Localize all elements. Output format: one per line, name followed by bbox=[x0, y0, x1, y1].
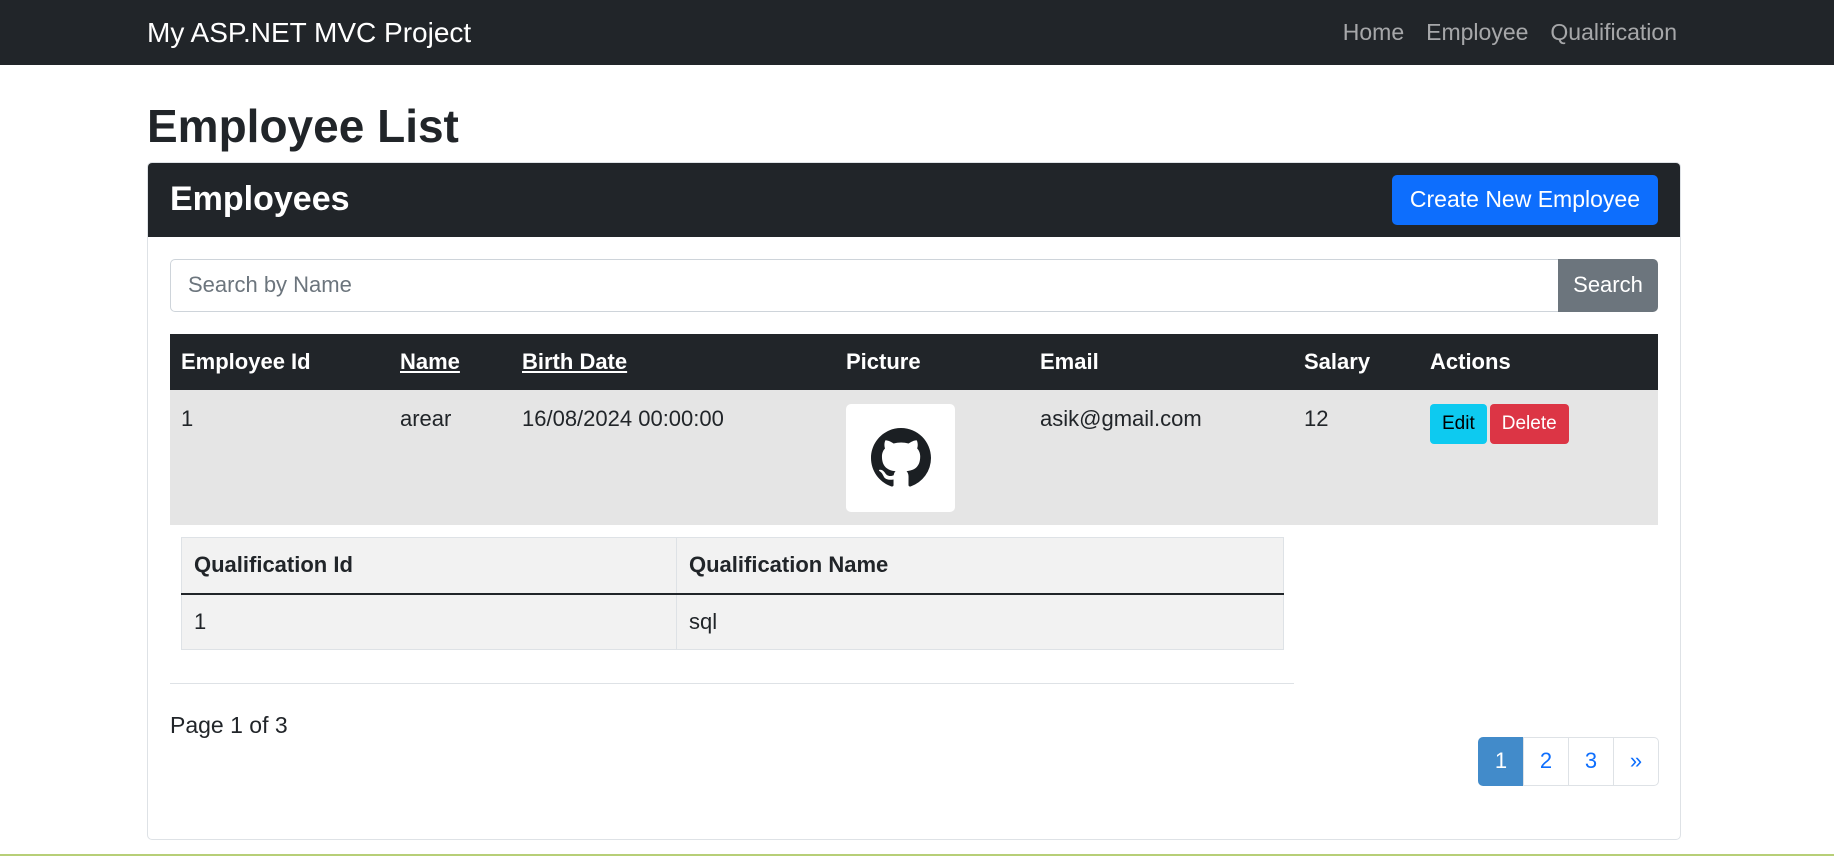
cell-qualification-name: sql bbox=[676, 593, 1284, 650]
nav-link-home[interactable]: Home bbox=[1343, 19, 1404, 46]
header-qualification-name: Qualification Name bbox=[676, 536, 1284, 596]
card-title: Employees bbox=[170, 180, 350, 219]
cell-picture bbox=[835, 389, 1029, 525]
cell-salary: 12 bbox=[1293, 389, 1419, 525]
search-button[interactable]: Search bbox=[1558, 258, 1658, 312]
header-qualification-id: Qualification Id bbox=[181, 536, 677, 596]
divider bbox=[170, 682, 1294, 684]
header-picture: Picture bbox=[835, 333, 1029, 390]
employee-table: Employee Id Name Birth Date Picture Emai… bbox=[170, 333, 1658, 525]
header-actions: Actions bbox=[1419, 333, 1658, 390]
qualification-table: Qualification Id Qualification Name 1 sq… bbox=[181, 536, 1284, 650]
nav-link-qualification[interactable]: Qualification bbox=[1550, 19, 1677, 46]
qualification-section: Qualification Id Qualification Name 1 sq… bbox=[170, 525, 1658, 650]
nav-link-employee[interactable]: Employee bbox=[1426, 19, 1528, 46]
nav-links: Home Employee Qualification bbox=[1343, 19, 1677, 46]
table-row: 1 sql bbox=[181, 593, 1284, 650]
cell-qualification-id: 1 bbox=[181, 593, 677, 650]
page-info: Page 1 of 3 bbox=[170, 711, 288, 738]
card-header: Employees Create New Employee bbox=[148, 162, 1680, 237]
edit-button[interactable]: Edit bbox=[1430, 403, 1487, 444]
create-employee-button[interactable]: Create New Employee bbox=[1391, 174, 1658, 225]
header-name[interactable]: Name bbox=[389, 333, 511, 390]
cell-employee-id: 1 bbox=[170, 389, 389, 525]
employees-card: Employees Create New Employee Search Emp… bbox=[147, 161, 1681, 840]
cell-birth-date: 16/08/2024 00:00:00 bbox=[511, 389, 835, 525]
main-container: Employee List Employees Create New Emplo… bbox=[147, 65, 1681, 840]
page-link-3[interactable]: 3 bbox=[1568, 736, 1614, 786]
employee-picture bbox=[846, 403, 955, 512]
header-employee-id: Employee Id bbox=[170, 333, 389, 390]
search-input[interactable] bbox=[170, 258, 1558, 312]
navbar-brand[interactable]: My ASP.NET MVC Project bbox=[147, 17, 471, 49]
header-email: Email bbox=[1029, 333, 1293, 390]
table-row: 1 arear 16/08/2024 00:00:00 asik@gmail.c… bbox=[170, 389, 1658, 525]
delete-button[interactable]: Delete bbox=[1489, 403, 1569, 444]
table-header-row: Employee Id Name Birth Date Picture Emai… bbox=[170, 333, 1658, 390]
sort-link-birth-date[interactable]: Birth Date bbox=[522, 349, 627, 374]
github-icon bbox=[870, 427, 931, 487]
card-body: Search Employee Id Name Birth Date Pictu… bbox=[148, 237, 1680, 761]
sort-link-name[interactable]: Name bbox=[400, 349, 460, 374]
qualification-header-row: Qualification Id Qualification Name bbox=[181, 536, 1284, 596]
cell-name: arear bbox=[389, 389, 511, 525]
page-link-2[interactable]: 2 bbox=[1523, 736, 1569, 786]
cell-actions: Edit Delete bbox=[1419, 389, 1658, 525]
pagination: 1 2 3 » bbox=[1478, 736, 1659, 786]
page-next-link[interactable]: » bbox=[1613, 736, 1659, 786]
page-title: Employee List bbox=[147, 100, 459, 152]
top-navbar: My ASP.NET MVC Project Home Employee Qua… bbox=[0, 0, 1834, 65]
header-salary: Salary bbox=[1293, 333, 1419, 390]
page-link-1[interactable]: 1 bbox=[1478, 736, 1524, 786]
search-group: Search bbox=[170, 258, 1658, 312]
header-birth-date[interactable]: Birth Date bbox=[511, 333, 835, 390]
cell-email: asik@gmail.com bbox=[1029, 389, 1293, 525]
